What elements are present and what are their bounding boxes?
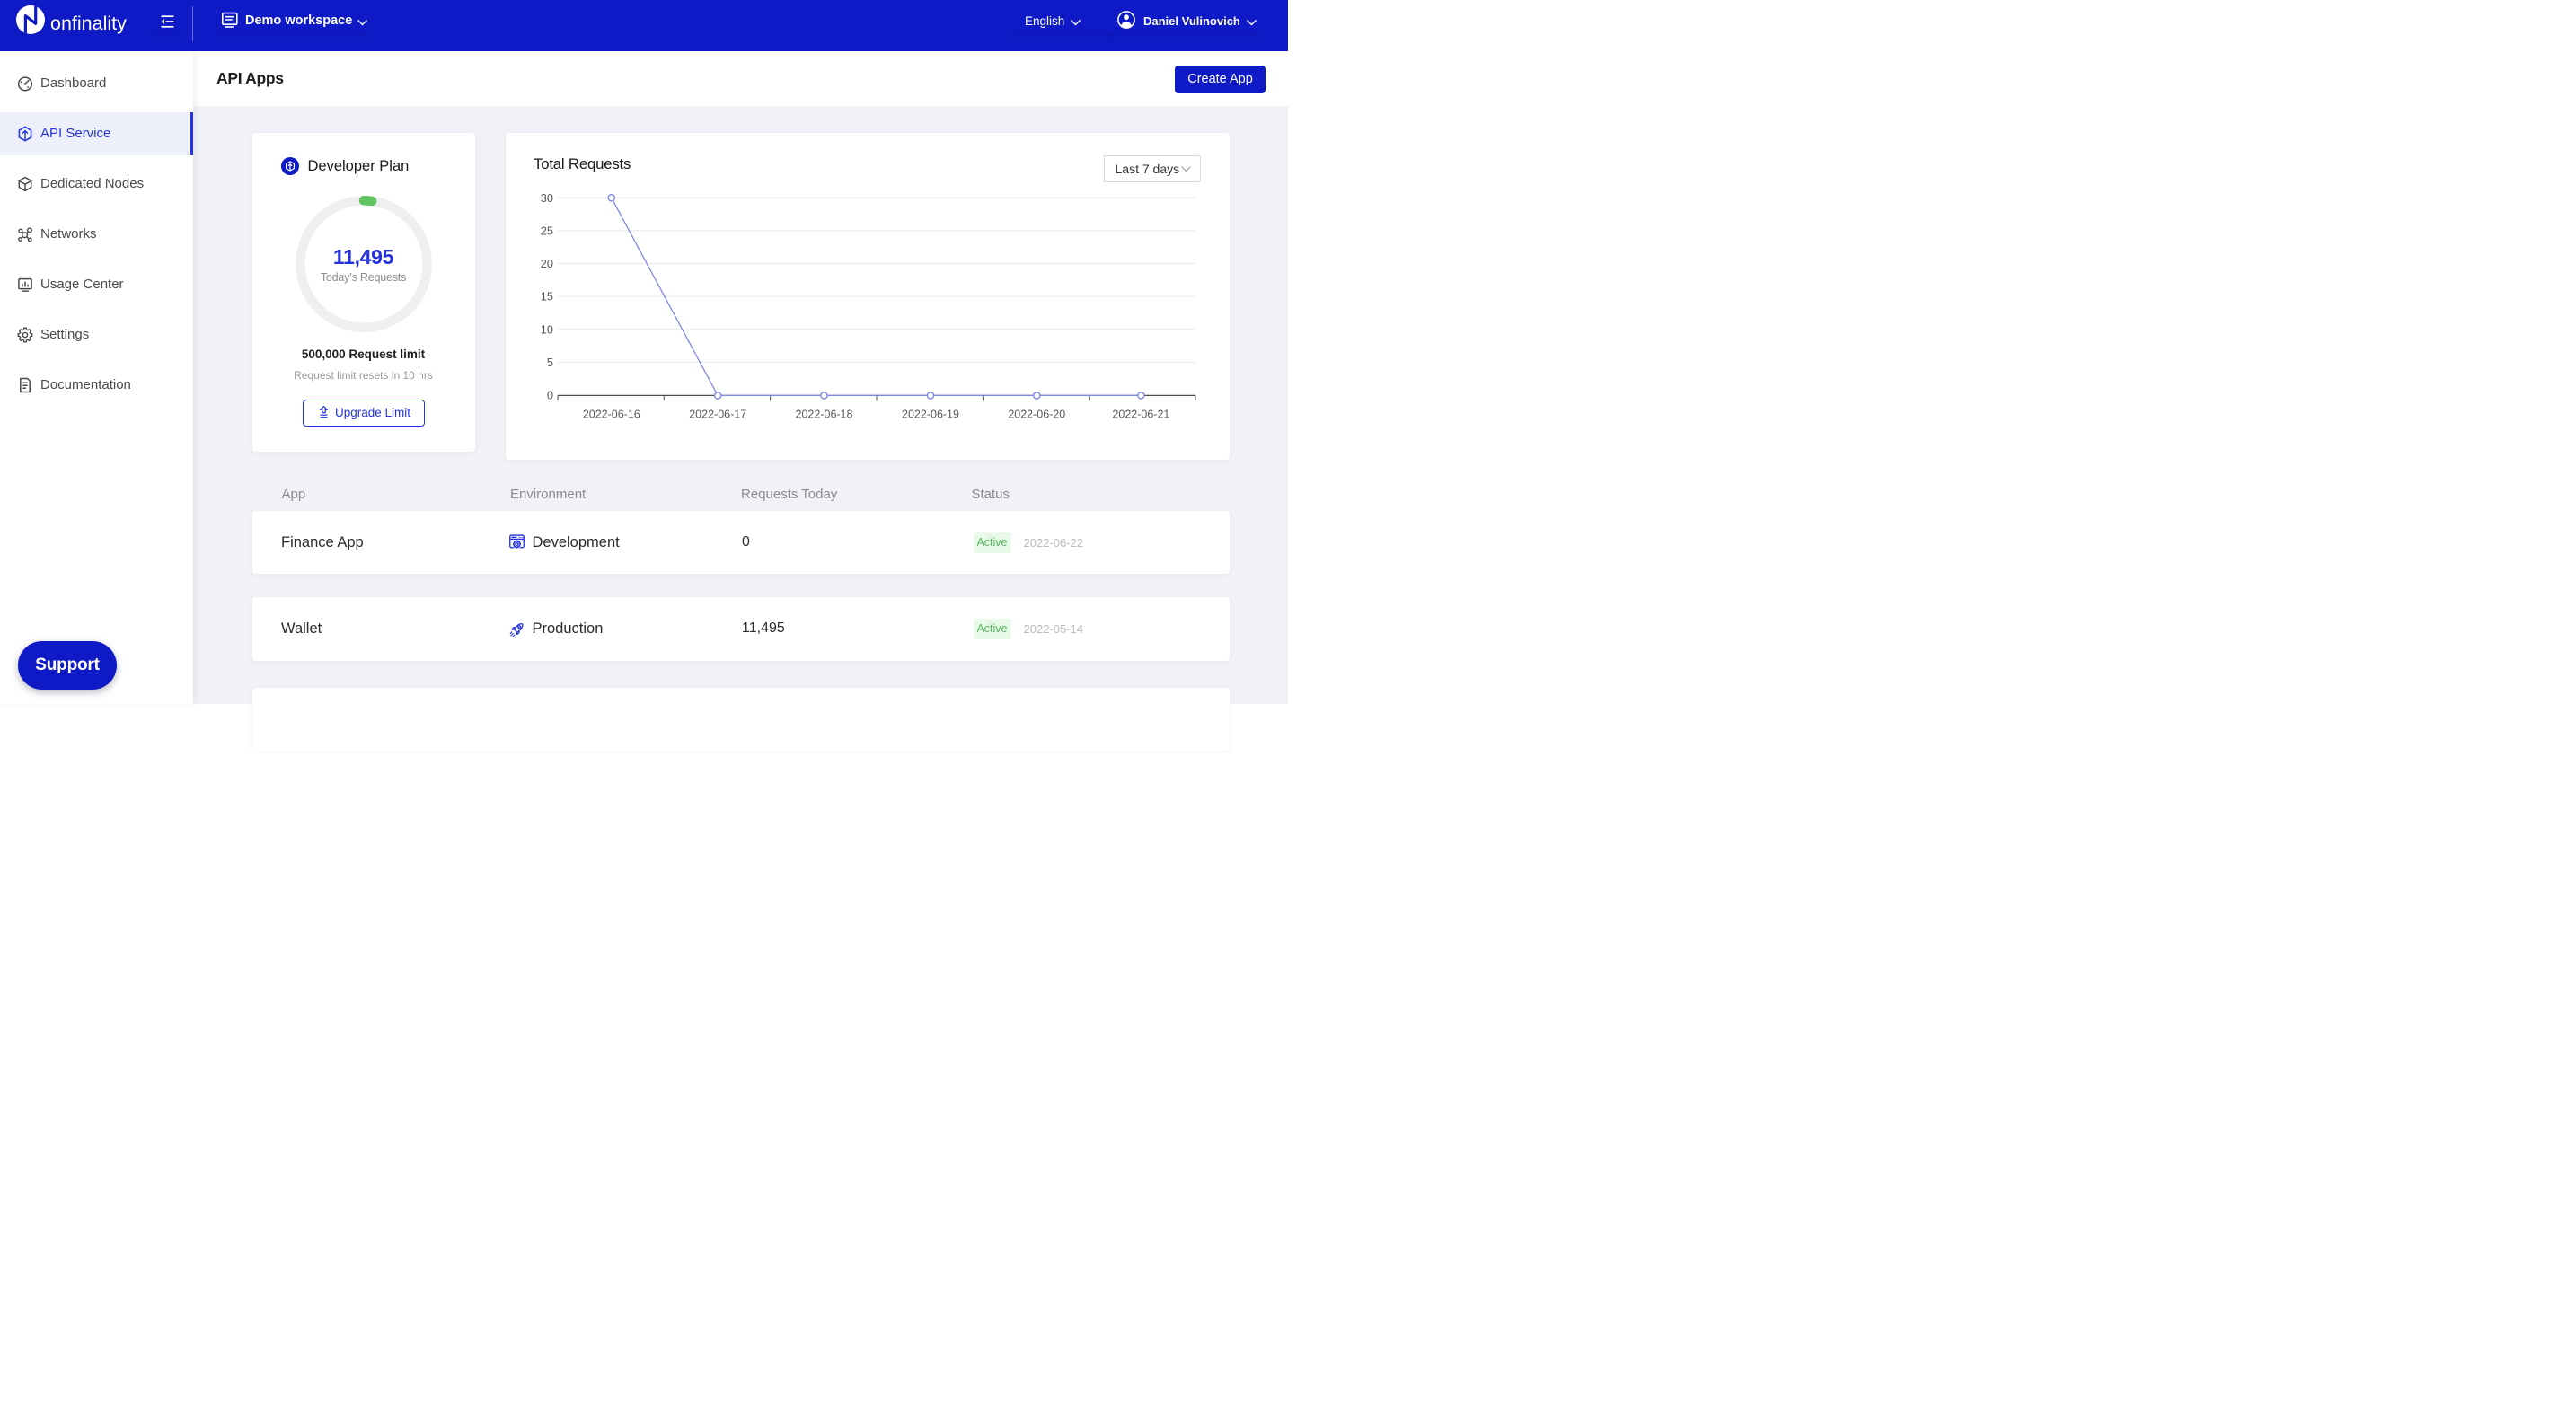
svg-text:20: 20: [540, 257, 552, 270]
svg-text:2022-06-18: 2022-06-18: [795, 408, 852, 420]
svg-text:2022-06-16: 2022-06-16: [582, 408, 640, 420]
svg-text:30: 30: [540, 190, 552, 204]
svg-text:15: 15: [540, 289, 552, 303]
svg-text:10: 10: [540, 322, 552, 336]
svg-text:2022-06-21: 2022-06-21: [1112, 408, 1169, 420]
svg-text:2022-06-19: 2022-06-19: [902, 408, 959, 420]
svg-text:5: 5: [546, 355, 552, 368]
svg-text:25: 25: [540, 224, 552, 237]
svg-text:0: 0: [546, 388, 552, 401]
svg-text:2022-06-20: 2022-06-20: [1008, 408, 1065, 420]
svg-text:2022-06-17: 2022-06-17: [689, 408, 746, 420]
